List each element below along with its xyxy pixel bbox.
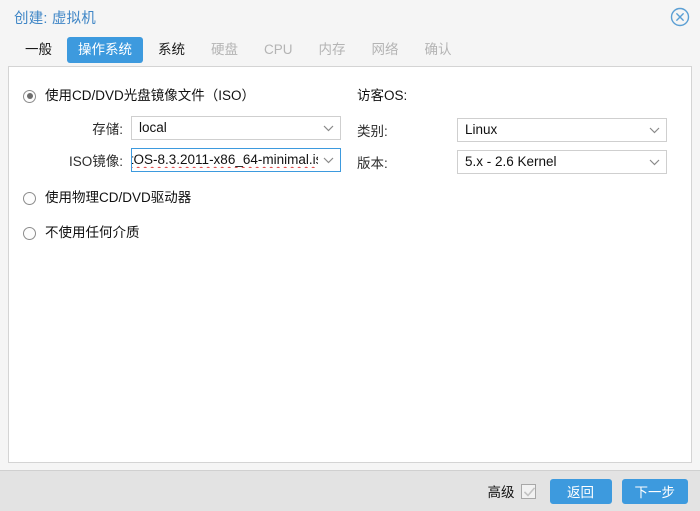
radio-iso-indicator [23,89,36,103]
tab-system[interactable]: 系统 [147,37,196,63]
os-version-label: 版本: [357,156,388,171]
tab-os[interactable]: 操作系统 [67,37,143,63]
storage-field-row: 存储: local [23,115,357,141]
radio-use-iso[interactable]: 使用CD/DVD光盘镜像文件（ISO） [23,85,357,107]
os-category-value: Linux [465,122,498,137]
page-title: 创建: 虚拟机 [14,10,96,27]
os-version-select[interactable]: 5.x - 2.6 Kernel [457,150,667,174]
dialog-content-panel: 使用CD/DVD光盘镜像文件（ISO） 存储: local ISO镜像: OS-… [8,66,692,463]
chevron-down-icon [323,121,334,136]
advanced-label: 高级 [487,485,515,500]
dialog-footer: 高级 返回 下一步 [0,470,700,511]
storage-label: 存储: [92,122,123,137]
tab-network: 网络 [371,42,399,57]
chevron-down-icon [649,123,660,138]
create-vm-dialog: 创建: 虚拟机 一般 操作系统 系统 硬盘 CPU 内存 网络 确认 使用CD/… [0,0,700,511]
advanced-checkbox[interactable] [520,483,536,499]
tab-cpu: CPU [264,42,293,57]
os-category-label: 类别: [357,124,388,139]
radio-no-media-indicator [23,226,36,240]
chevron-down-icon [649,155,660,170]
iso-field-row: ISO镜像: CentOS-8.3.2011-x86_64-minimal.is… [23,147,357,173]
tab-general[interactable]: 一般 [14,37,63,63]
storage-select[interactable]: local [131,116,341,140]
guest-os-column: 访客OS: 类别: Linux 版本: 5.x - 2.6 Kernel [357,85,691,244]
advanced-toggle[interactable]: 高级 [488,481,536,501]
os-form: 使用CD/DVD光盘镜像文件（ISO） 存储: local ISO镜像: OS-… [9,67,691,244]
os-version-value: 5.x - 2.6 Kernel [465,154,557,169]
iso-image-value: CentOS-8.3.2011-x86_64-minimal.iso [132,152,318,167]
os-category-row: 类别: Linux [357,117,691,143]
radio-no-media-label: 不使用任何介质 [45,225,140,240]
media-source-column: 使用CD/DVD光盘镜像文件（ISO） 存储: local ISO镜像: OS-… [9,85,357,244]
radio-no-media[interactable]: 不使用任何介质 [23,222,357,244]
back-button[interactable]: 返回 [549,478,612,504]
radio-iso-label: 使用CD/DVD光盘镜像文件（ISO） [45,88,256,103]
tab-confirm: 确认 [424,42,452,57]
dialog-titlebar: 创建: 虚拟机 [0,0,700,34]
iso-label: ISO镜像: [68,154,123,169]
check-icon [523,486,535,497]
iso-image-select[interactable]: CentOS-8.3.2011-x86_64-minimal.iso [131,148,341,172]
tab-disk: 硬盘 [211,42,238,57]
wizard-tabs: 一般 操作系统 系统 硬盘 CPU 内存 网络 确认 [0,34,700,66]
radio-physical-indicator [23,191,36,205]
chevron-down-icon [323,153,334,168]
os-version-row: 版本: 5.x - 2.6 Kernel [357,149,691,175]
guest-os-heading: 访客OS: [357,88,408,103]
tab-memory: 内存 [318,42,346,57]
next-button[interactable]: 下一步 [621,478,688,504]
radio-use-physical-drive[interactable]: 使用物理CD/DVD驱动器 [23,187,357,209]
close-icon[interactable] [668,5,692,29]
radio-physical-label: 使用物理CD/DVD驱动器 [45,190,192,205]
storage-value: local [139,120,167,135]
os-category-select[interactable]: Linux [457,118,667,142]
